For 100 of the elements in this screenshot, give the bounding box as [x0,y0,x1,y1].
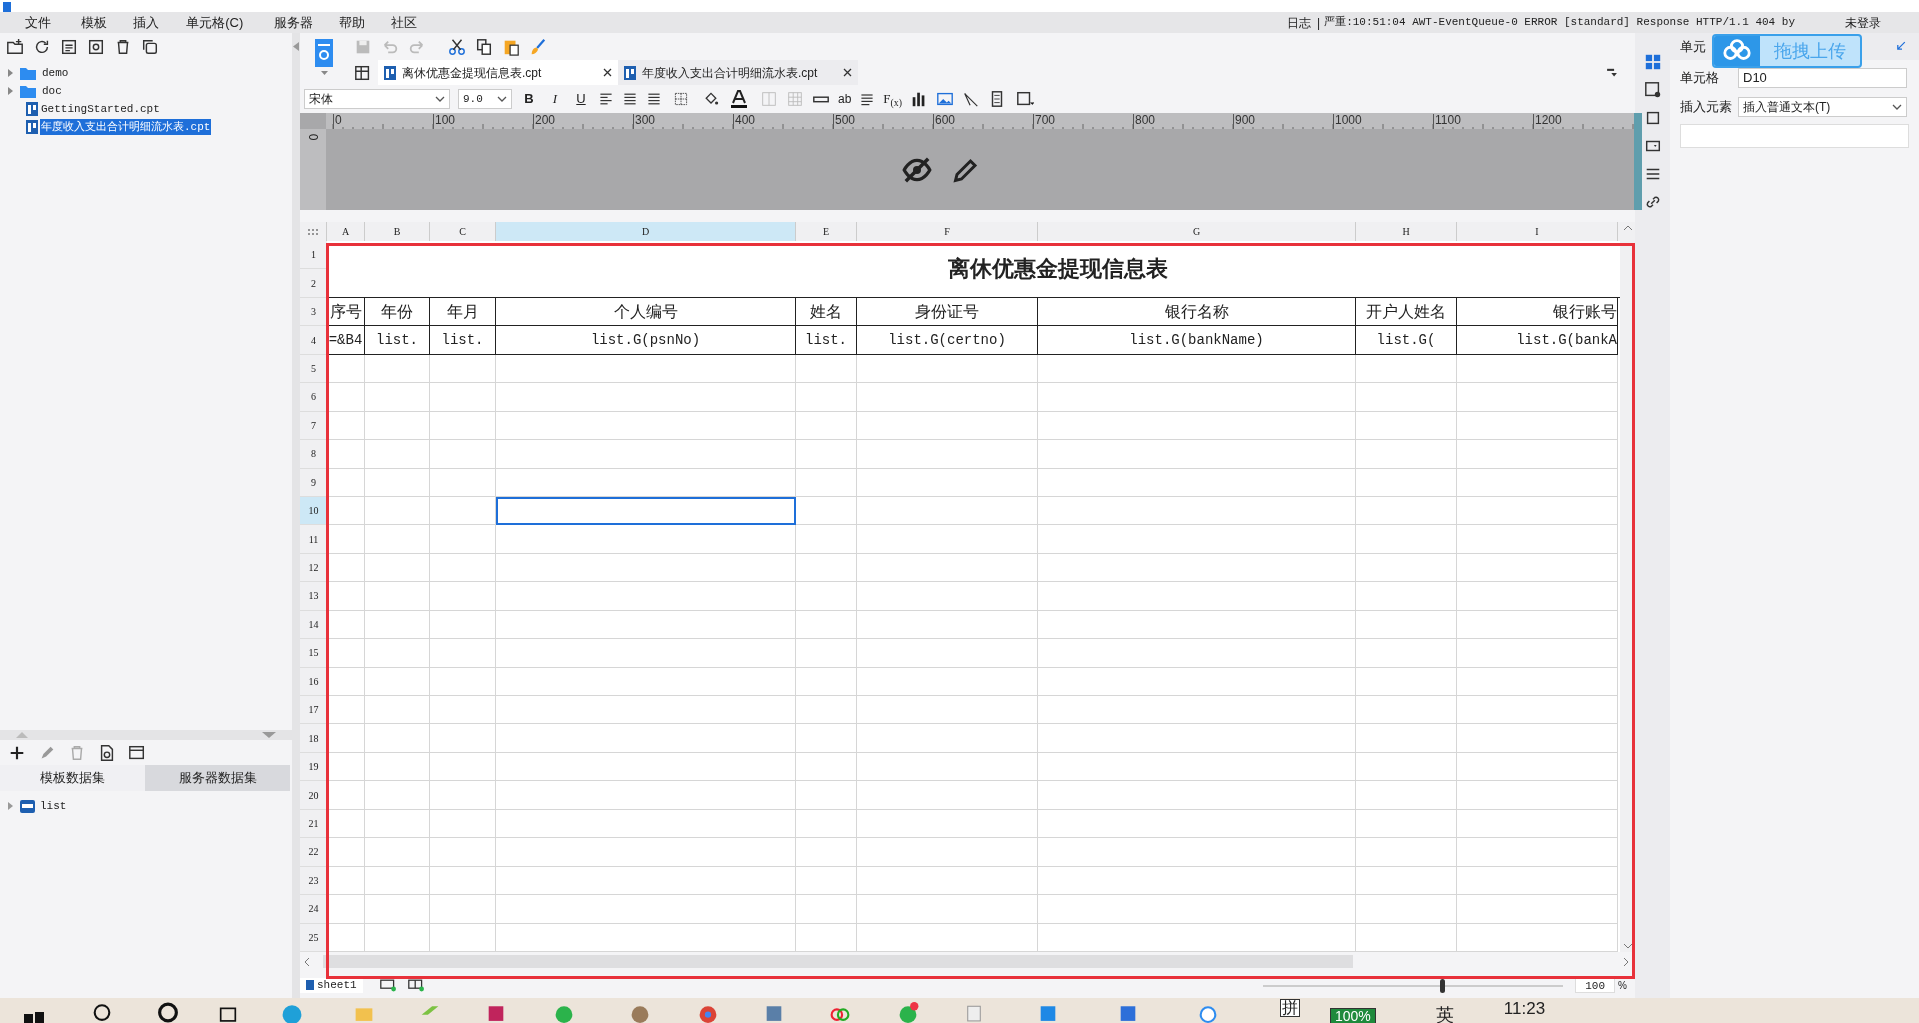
scroll-right-icon[interactable] [1621,956,1631,967]
grid-cell[interactable] [1038,667,1356,696]
grid-cell[interactable] [1457,696,1618,725]
grid-cell[interactable] [796,866,857,896]
row-header[interactable]: 18 [300,724,327,753]
grid-cell[interactable] [430,468,496,497]
brush-icon[interactable] [529,37,547,56]
grid-cell[interactable] [496,525,796,554]
preview-icon[interactable] [98,743,116,762]
zoom-slider[interactable] [1263,978,1564,993]
grid-cell[interactable] [1038,383,1356,412]
header-cell[interactable]: 银行账号 [1457,297,1618,327]
grid-cell[interactable] [496,440,796,469]
grid-cell[interactable] [430,639,496,668]
grid-cell[interactable] [496,610,796,640]
grid-cell[interactable] [1038,468,1356,497]
row-header[interactable]: 4 [300,326,327,355]
close-icon[interactable] [843,68,852,77]
grid-cell[interactable] [1356,383,1457,412]
grid-cell[interactable] [796,411,857,441]
row-header[interactable]: 22 [300,838,327,867]
grid-cell[interactable] [365,525,430,554]
grid-cell[interactable] [857,383,1038,412]
log-label[interactable]: 日志 [1287,13,1311,32]
grid-cell[interactable] [365,752,430,782]
grid-cell[interactable] [1457,440,1618,469]
expand-arrow-icon[interactable] [6,87,14,95]
grid-cell[interactable] [796,667,857,696]
cell-name-field[interactable]: D10 [1738,68,1907,88]
column-header[interactable]: G [1038,222,1356,241]
cell-info-icon[interactable] [1643,81,1662,99]
gear-icon[interactable] [87,37,105,56]
font-size-select[interactable]: 9.0 [458,89,512,109]
grid-cell[interactable] [1356,525,1457,554]
grid-cell[interactable] [1038,553,1356,583]
column-header[interactable]: D [496,222,796,241]
menu-item[interactable]: 社区 [390,12,440,33]
formula-cell[interactable]: list. [365,326,430,355]
edit-dataset-icon[interactable] [128,743,146,762]
document-icon[interactable] [60,37,78,56]
grid-cell[interactable] [1356,496,1457,526]
grid-cell[interactable] [496,895,796,924]
row-header[interactable]: 15 [300,639,327,668]
grid-cell[interactable] [430,496,496,526]
grid-cell[interactable] [1457,667,1618,696]
font-select[interactable]: 宋体 [304,89,450,109]
login-status[interactable]: 未登录 [1845,13,1881,32]
header-cell[interactable]: 开户人姓名 [1356,297,1457,327]
grid-cell[interactable] [1457,923,1618,952]
file-tree-item[interactable]: GettingStarted.cpt [40,100,161,118]
grid-cell[interactable] [796,895,857,924]
merge-cells-icon[interactable] [760,90,778,108]
grid-cell[interactable] [496,582,796,611]
header-cell[interactable]: 年月 [430,297,496,327]
split-cells-icon[interactable] [786,90,804,108]
grid-cell[interactable] [857,582,1038,611]
grid-cell[interactable] [327,895,365,924]
grid-cell[interactable] [1356,553,1457,583]
column-header[interactable]: I [1457,222,1618,241]
grid-cell[interactable] [365,696,430,725]
grid-cell[interactable] [796,639,857,668]
grid-cell[interactable] [496,383,796,412]
grid-cell[interactable] [1457,781,1618,810]
new-folder-icon[interactable] [6,37,24,56]
grid-cell[interactable] [1356,866,1457,896]
grid-cell[interactable] [796,610,857,640]
select-all-icon[interactable] [307,227,319,236]
grid-cell[interactable] [796,383,857,412]
grid-cell[interactable] [857,809,1038,839]
grid-cell[interactable] [796,525,857,554]
slash-icon[interactable] [961,90,980,108]
grid-cell[interactable] [430,923,496,952]
header-cell[interactable]: 身份证号 [857,297,1038,327]
grid-cell[interactable] [857,525,1038,554]
menu-item[interactable]: 服务器 [273,12,339,33]
grid-cell[interactable] [1038,838,1356,867]
grid-cell[interactable] [1038,781,1356,810]
paragraph-icon[interactable] [859,91,876,107]
formula-cell[interactable]: list.G(certno) [857,326,1038,355]
grid-cell[interactable] [430,440,496,469]
bold-button[interactable]: B [520,89,538,109]
grid-cell[interactable] [857,866,1038,896]
grid-cell[interactable] [1457,724,1618,753]
grid-cell[interactable] [327,696,365,725]
grid-cell[interactable] [1356,440,1457,469]
grid-cell[interactable] [1038,440,1356,469]
grid-cell[interactable] [1356,838,1457,867]
grid-cell[interactable] [796,440,857,469]
grid-cell[interactable] [327,354,365,384]
copy-icon[interactable] [141,37,159,56]
italic-button[interactable]: I [546,89,564,109]
grid-cell[interactable] [1356,809,1457,839]
grid-cell[interactable] [796,781,857,810]
grid-cell[interactable] [796,468,857,497]
grid-cell[interactable] [857,411,1038,441]
grid-cell[interactable] [327,440,365,469]
grid-cell[interactable] [857,752,1038,782]
grid-cell[interactable] [857,496,1038,526]
grid-cell[interactable] [857,781,1038,810]
menu-item[interactable]: 文件 [25,12,82,33]
